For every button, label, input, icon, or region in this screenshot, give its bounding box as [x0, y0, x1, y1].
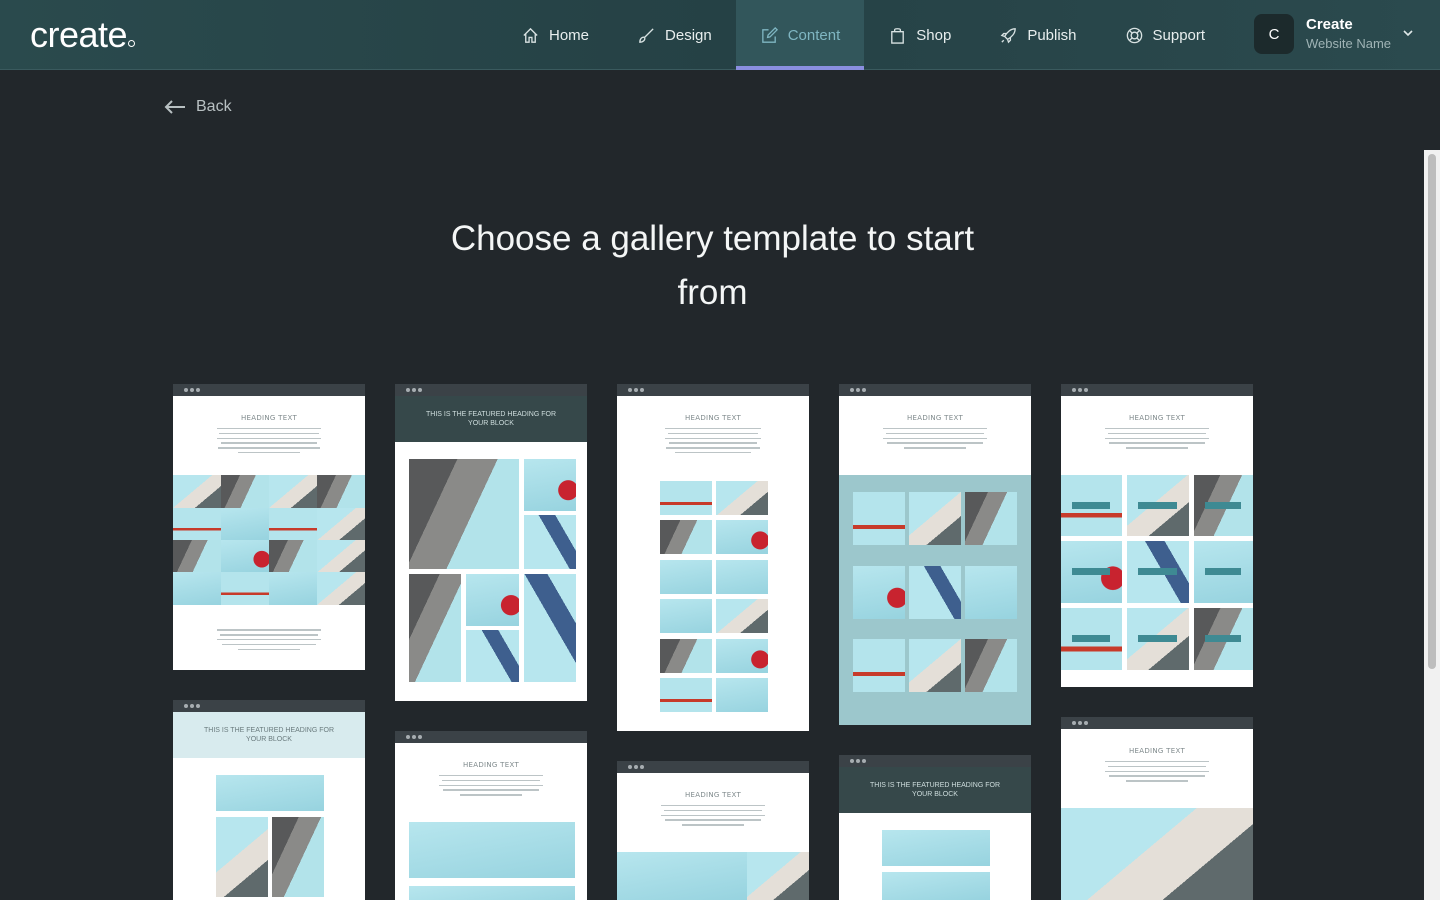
template-card-9[interactable]: This is the featured heading for your bl…: [839, 755, 1031, 900]
template-card-2[interactable]: This is the featured heading for your bl…: [395, 384, 587, 701]
template-card-4[interactable]: Heading Text: [839, 384, 1031, 725]
nav-design-label: Design: [665, 26, 712, 44]
template-heading: Heading Text: [1128, 414, 1186, 422]
nav-support-label: Support: [1152, 26, 1206, 44]
chevron-down-icon: [1403, 30, 1413, 37]
nav-shop-label: Shop: [916, 26, 952, 44]
website-name: Website Name: [1306, 35, 1392, 51]
lifebuoy-icon: [1126, 27, 1142, 43]
template-card-1[interactable]: Heading Text: [173, 384, 365, 670]
nav-home[interactable]: Home: [497, 0, 613, 70]
template-card-6[interactable]: This is the featured heading for your bl…: [173, 700, 365, 900]
template-card-5[interactable]: Heading Text: [1061, 384, 1253, 687]
template-card-3[interactable]: Heading Text: [617, 384, 809, 731]
featured-heading: This is the featured heading for your bl…: [395, 396, 587, 442]
back-label: Back: [196, 98, 232, 115]
nav-publish-label: Publish: [1027, 26, 1077, 44]
nav-publish[interactable]: Publish: [975, 0, 1100, 70]
account-menu[interactable]: C Create Website Name: [1254, 14, 1413, 54]
template-heading: Heading Text: [906, 414, 964, 422]
template-heading: Heading Text: [240, 414, 298, 422]
template-heading: Heading Text: [684, 791, 742, 799]
template-card-8[interactable]: Heading Text: [617, 761, 809, 900]
bag-icon: [891, 27, 905, 44]
nav-home-label: Home: [549, 26, 590, 44]
nav-content[interactable]: Content: [735, 0, 865, 70]
nav-shop[interactable]: Shop: [864, 0, 975, 70]
brush-icon: [639, 27, 654, 43]
featured-heading: This is the featured heading for your bl…: [839, 767, 1031, 813]
edit-icon: [761, 26, 778, 43]
account-name: Create: [1306, 15, 1353, 33]
main-nav: Home Design Content Shop Publish Support: [497, 0, 1229, 70]
back-link[interactable]: Back: [164, 98, 232, 116]
scrollbar-thumb[interactable]: [1428, 154, 1436, 669]
template-heading: Heading Text: [684, 414, 742, 422]
nav-support[interactable]: Support: [1101, 0, 1230, 70]
create-logo[interactable]: create: [30, 14, 136, 56]
nav-content-label: Content: [787, 26, 841, 44]
avatar: C: [1254, 14, 1294, 54]
arrow-left-icon: [164, 100, 185, 114]
nav-design[interactable]: Design: [613, 0, 736, 70]
top-nav-bar: create Home Design Content Shop Publish …: [0, 0, 1440, 70]
template-heading: Heading Text: [1128, 747, 1186, 755]
template-card-10[interactable]: Heading Text: [1061, 717, 1253, 900]
template-heading: Heading Text: [462, 761, 520, 769]
rocket-icon: [1000, 27, 1017, 43]
featured-heading: This is the featured heading for your bl…: [173, 712, 365, 758]
template-card-7[interactable]: Heading Text: [395, 731, 587, 900]
home-icon: [523, 27, 538, 43]
page-title: Choose a gallery template to start from: [450, 219, 975, 312]
